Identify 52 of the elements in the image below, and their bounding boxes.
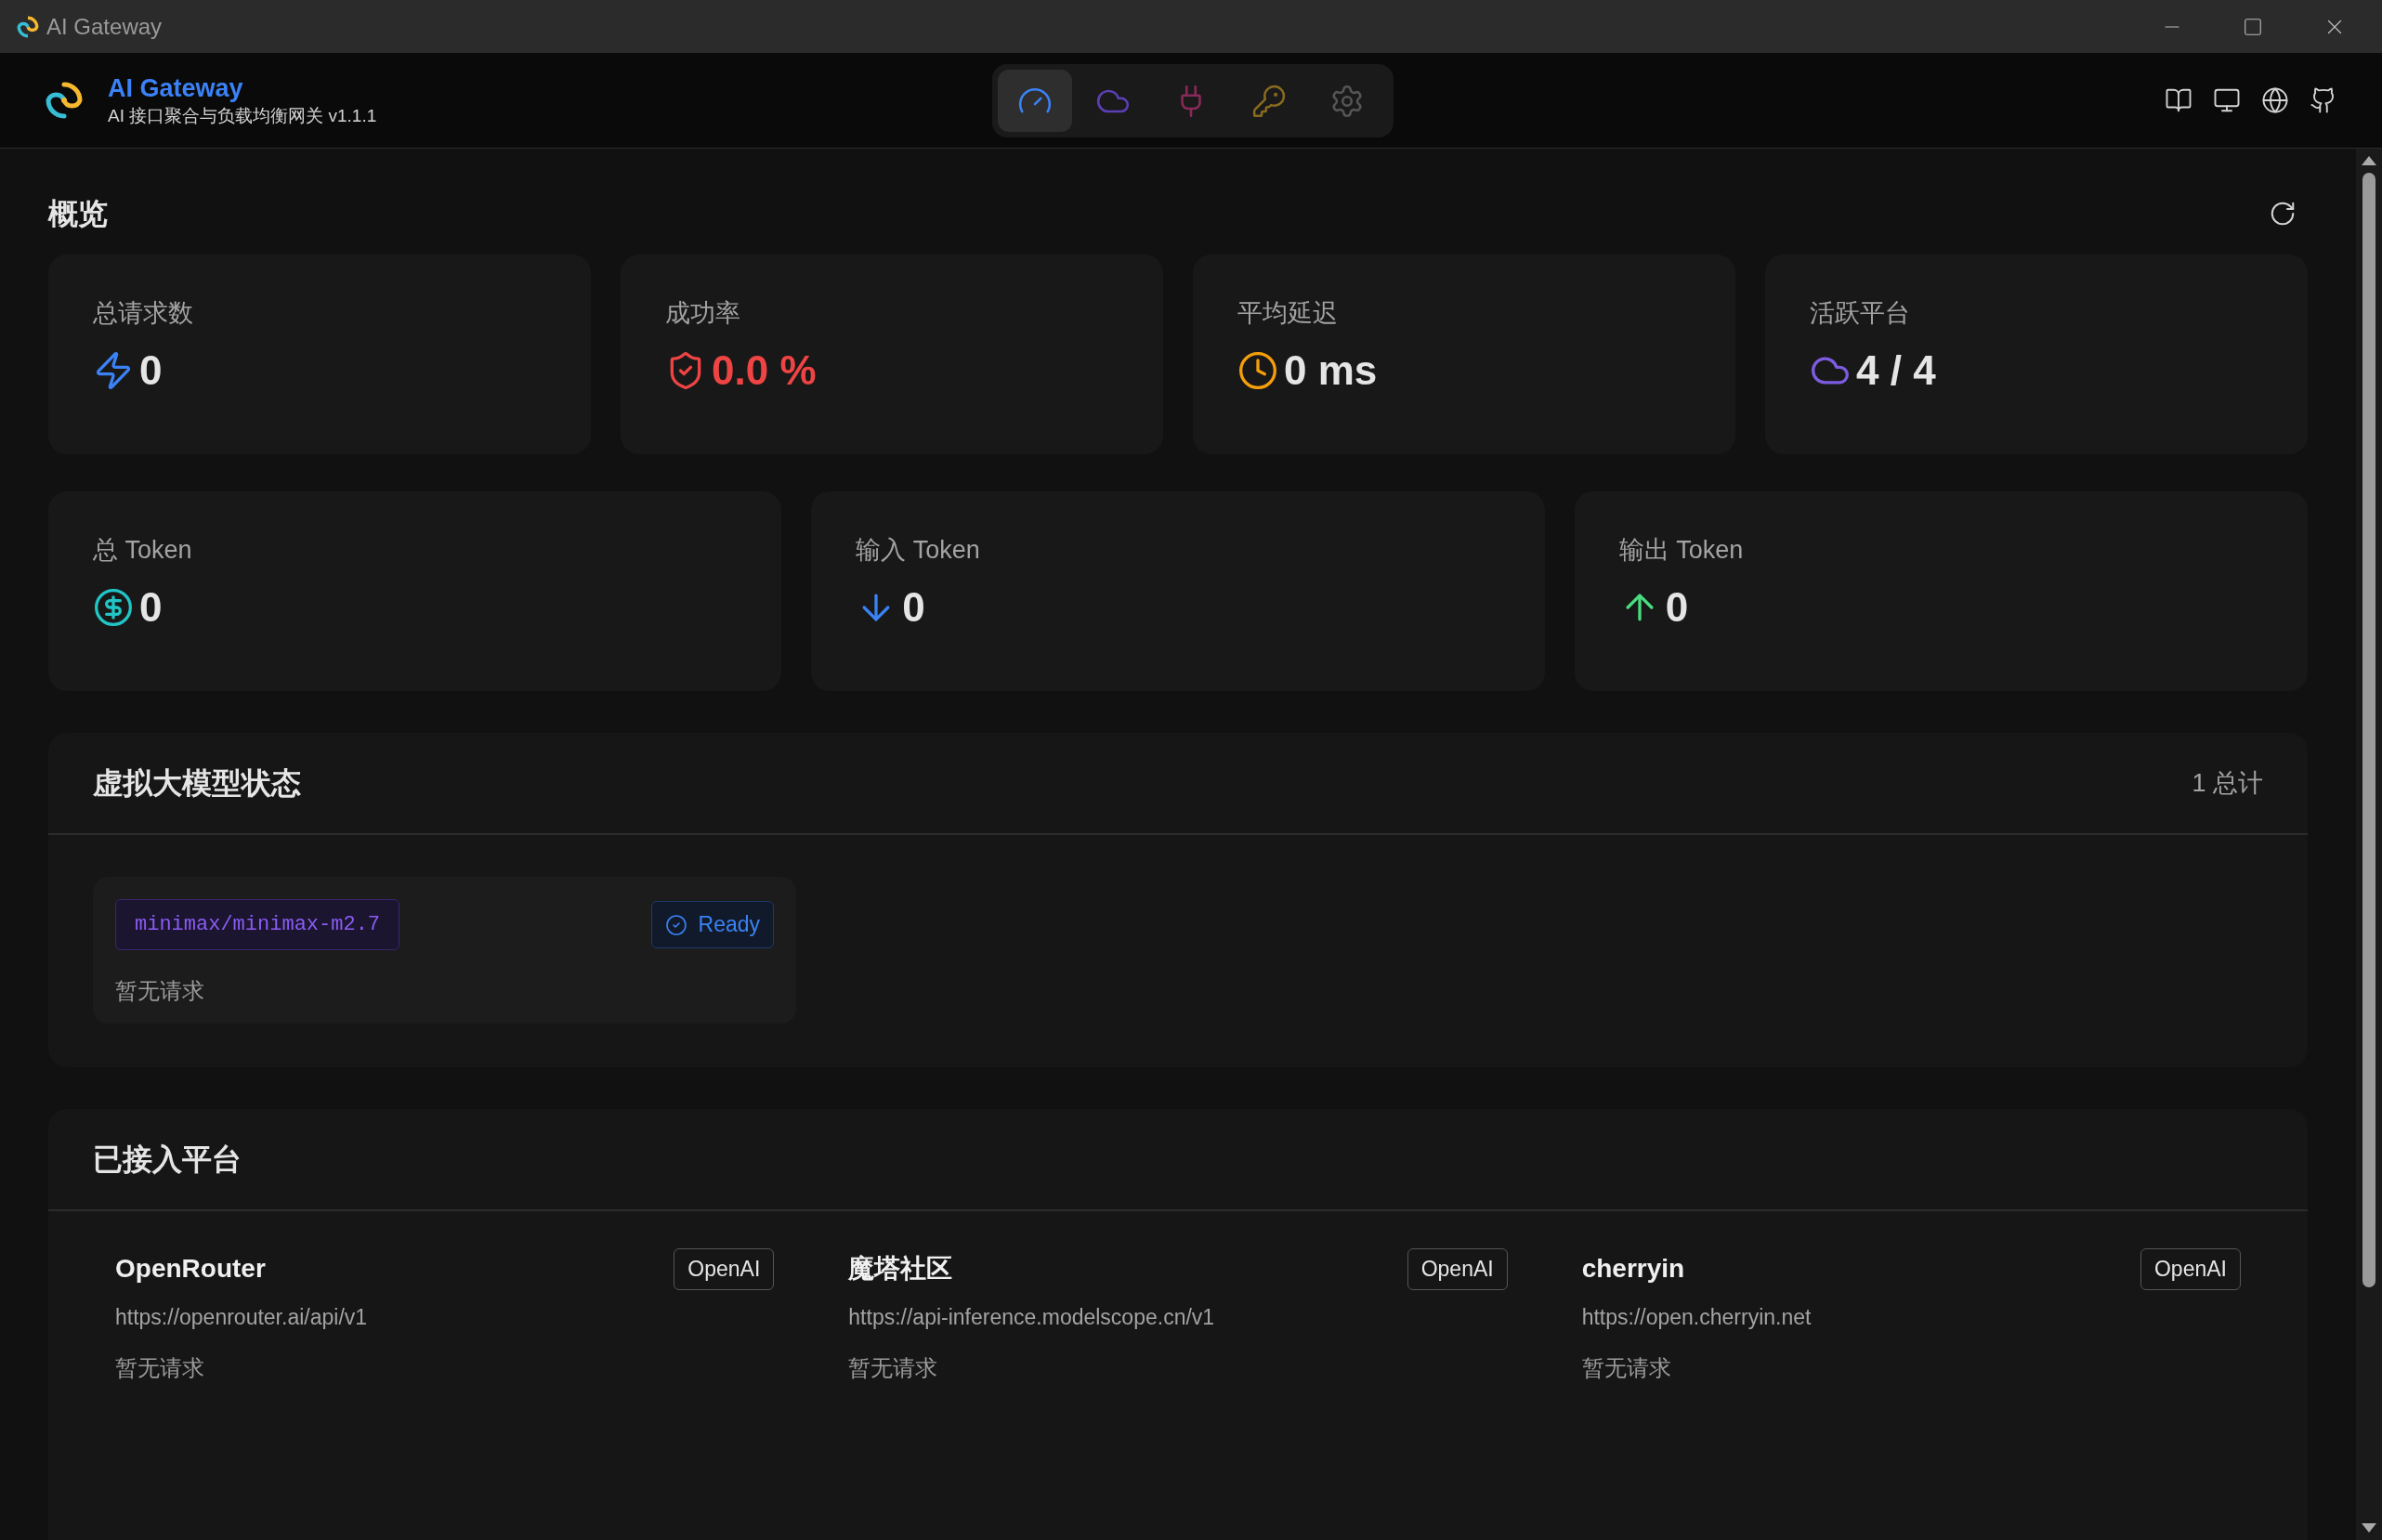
platform-note: 暂无请求 [1581, 1354, 1672, 1382]
model-count: 1 总计 [2192, 767, 2263, 799]
platform-type-badge: OpenAI [1407, 1248, 1508, 1290]
page-title: 概览 [48, 196, 108, 232]
scroll-down-icon[interactable] [2362, 1523, 2376, 1533]
maximize-icon[interactable] [2243, 16, 2263, 37]
app-title: AI Gateway [108, 73, 244, 105]
stat-value: 0.0 % [712, 350, 817, 391]
stat-label: 活跃平台 [1810, 301, 1911, 326]
platform-name: OpenRouter [115, 1253, 266, 1286]
platform-name: cherryin [1581, 1253, 1685, 1286]
check-circle-icon [664, 913, 687, 936]
platform-name: 魔塔社区 [848, 1253, 953, 1286]
window-title: AI Gateway [46, 12, 163, 41]
logo-icon [45, 81, 84, 120]
dollar-icon [93, 587, 134, 628]
platform-type-badge: OpenAI [2140, 1248, 2241, 1290]
scrollbar[interactable] [2356, 149, 2382, 1540]
status-text: Ready [698, 911, 760, 939]
platform-note: 暂无请求 [115, 1354, 205, 1382]
stat-label: 输出 Token [1618, 538, 1745, 563]
platform-url: https://openrouter.ai/api/v1 [115, 1303, 369, 1331]
clock-icon [1237, 350, 1278, 391]
stat-value: 0 [139, 587, 163, 628]
stat-label: 成功率 [665, 301, 741, 326]
stat-value: 0 [902, 587, 925, 628]
model-name: minimax/minimax-m2.7 [115, 899, 400, 950]
key-icon [1251, 83, 1287, 119]
stat-value: 0 ms [1284, 350, 1378, 391]
nav-tab[interactable] [998, 70, 1072, 132]
app-icon [17, 15, 39, 38]
stat-value: 0 [1665, 587, 1689, 628]
book-icon[interactable] [2165, 86, 2192, 114]
model-note: 暂无请求 [115, 977, 205, 1005]
refresh-icon[interactable] [2269, 200, 2297, 228]
stat-value: 4 / 4 [1856, 350, 1936, 391]
section-title: 虚拟大模型状态 [93, 765, 301, 802]
stat-label: 总请求数 [93, 301, 194, 326]
stat-label: 输入 Token [856, 538, 981, 563]
platform-type-badge: OpenAI [674, 1248, 775, 1290]
monitor-icon[interactable] [2213, 86, 2241, 114]
scroll-up-icon[interactable] [2362, 156, 2376, 165]
settings-icon [1329, 83, 1365, 119]
stat-value: 0 [139, 350, 163, 391]
platform-url: https://open.cherryin.net [1581, 1303, 1813, 1331]
stat-label: 平均延迟 [1237, 301, 1339, 326]
section-title: 已接入平台 [93, 1142, 242, 1178]
app-subtitle: AI 接口聚合与负载均衡网关 v1.1.1 [108, 105, 377, 127]
globe-icon[interactable] [2261, 86, 2289, 114]
platform-note: 暂无请求 [848, 1354, 939, 1382]
platform-url: https://api-inference.modelscope.cn/v1 [848, 1303, 1216, 1331]
stat-label: 总 Token [93, 538, 193, 563]
